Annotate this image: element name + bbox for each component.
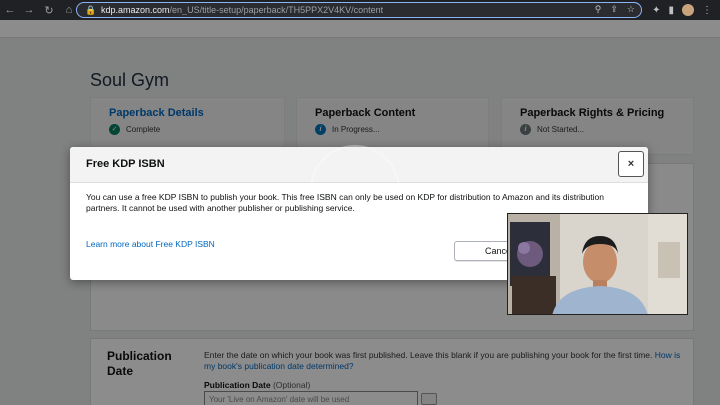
- menu-kebab-icon[interactable]: ⋮: [702, 5, 712, 16]
- webcam-overlay: [507, 213, 688, 315]
- reload-icon[interactable]: ↻: [42, 0, 56, 20]
- modal-title: Free KDP ISBN: [86, 158, 165, 170]
- lock-icon: 🔒: [85, 4, 97, 15]
- learn-more-link[interactable]: Learn more about Free KDP ISBN: [86, 239, 215, 249]
- loading-spinner: [310, 145, 400, 235]
- forward-arrow-icon[interactable]: →: [22, 0, 36, 20]
- url-text: kdp.amazon.com/en_US/title-setup/paperba…: [101, 5, 384, 15]
- modal-body-text: You can use a free KDP ISBN to publish y…: [86, 192, 605, 213]
- zoom-icon[interactable]: ⚲: [595, 4, 602, 15]
- extensions-puzzle-icon[interactable]: ✦: [652, 5, 660, 16]
- browser-toolbar: ← → ↻ ⌂ 🔒 kdp.amazon.com/en_US/title-set…: [0, 0, 720, 20]
- bookmark-star-icon[interactable]: ☆: [627, 4, 635, 15]
- home-icon[interactable]: ⌂: [62, 0, 76, 20]
- address-bar[interactable]: 🔒 kdp.amazon.com/en_US/title-setup/paper…: [76, 2, 642, 18]
- close-button[interactable]: ×: [618, 151, 644, 177]
- back-arrow-icon[interactable]: ←: [3, 0, 17, 20]
- share-icon[interactable]: ⇪: [610, 4, 618, 15]
- profile-avatar[interactable]: [682, 4, 694, 16]
- sidebar-icon[interactable]: ▮: [668, 5, 674, 16]
- presenter-video-image: [508, 214, 687, 314]
